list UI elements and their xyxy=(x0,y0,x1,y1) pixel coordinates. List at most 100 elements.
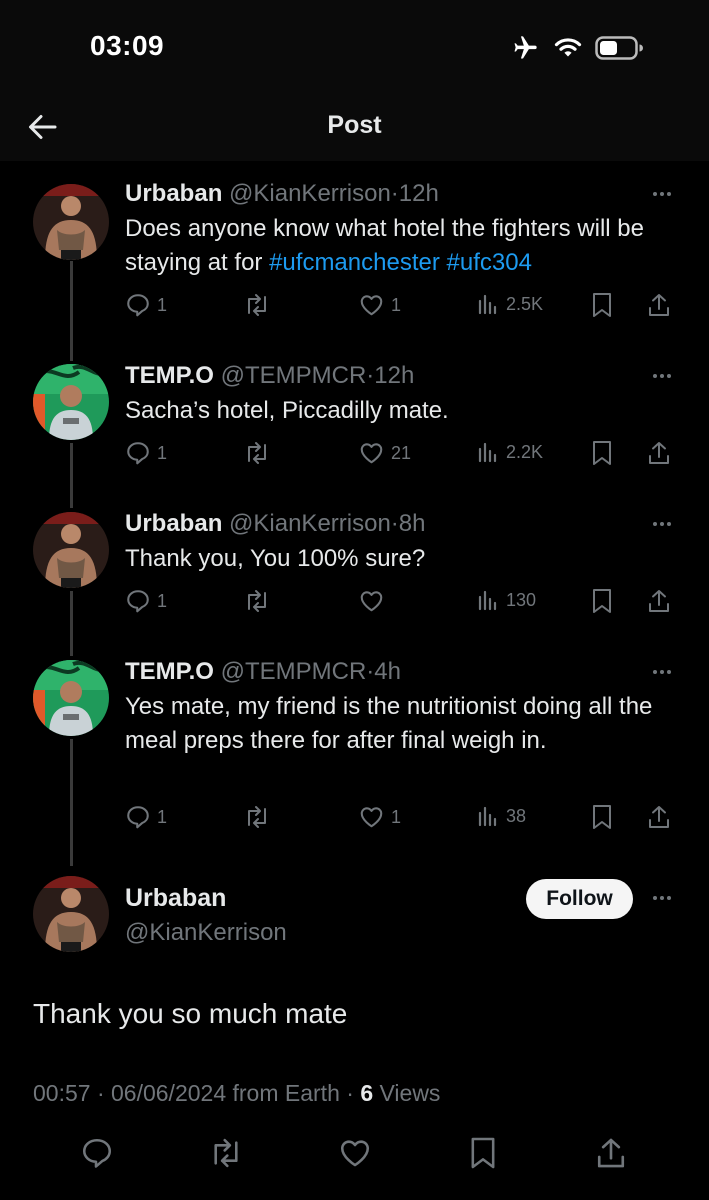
views-button[interactable]: 38 xyxy=(476,804,526,828)
like-button[interactable] xyxy=(337,1136,373,1175)
reply-post[interactable]: Urbaban @KianKerrison·8h Thank you, You … xyxy=(0,510,709,630)
like-count: 1 xyxy=(391,806,402,827)
like-button[interactable]: 1 xyxy=(358,292,401,318)
reply-post[interactable]: TEMP.O @TEMPMCR·12h Sacha’s hotel, Picca… xyxy=(0,362,709,482)
status-icons xyxy=(509,34,645,62)
status-bar: 03:09 xyxy=(0,0,709,95)
repost-button[interactable] xyxy=(208,1136,244,1175)
bookmark-button[interactable] xyxy=(469,1136,497,1175)
share-button[interactable] xyxy=(647,588,671,614)
like-button[interactable]: 21 xyxy=(358,440,411,466)
follow-button[interactable]: Follow xyxy=(526,879,633,919)
separator-dot: · xyxy=(390,510,399,537)
post-header: Urbaban @KianKerrison·12h xyxy=(125,180,439,208)
like-button[interactable] xyxy=(358,588,391,614)
analytics-icon xyxy=(478,294,497,315)
reply-post[interactable]: TEMP.O @TEMPMCR·4h Yes mate, my friend i… xyxy=(0,658,709,848)
bookmark-button[interactable] xyxy=(591,588,613,614)
reply-button[interactable]: 1 xyxy=(125,804,167,830)
author-name[interactable]: Urbaban xyxy=(125,510,222,537)
author-name[interactable]: TEMP.O xyxy=(125,362,214,389)
views-button[interactable]: 130 xyxy=(476,588,536,612)
repost-button[interactable] xyxy=(243,588,271,614)
reply-count: 1 xyxy=(157,294,168,315)
repost-icon xyxy=(248,806,266,828)
share-button[interactable] xyxy=(647,440,671,466)
reply-button[interactable]: 1 xyxy=(125,292,167,318)
focused-post-actions xyxy=(0,1136,709,1172)
share-button[interactable] xyxy=(647,804,671,830)
repost-button[interactable] xyxy=(243,804,271,830)
repost-icon xyxy=(248,442,266,464)
reply-post[interactable]: Urbaban @KianKerrison·12h Does anyone kn… xyxy=(0,180,709,330)
views-button[interactable]: 2.5K xyxy=(476,292,543,316)
post-text: Yes mate, my friend is the nutritionist … xyxy=(125,693,653,754)
author-handle[interactable]: @KianKerrison xyxy=(229,510,391,537)
heart-icon xyxy=(360,591,383,612)
repost-button[interactable] xyxy=(243,292,271,318)
post-timestamp: 00:57 · 06/06/2024 from Earth · xyxy=(33,1080,361,1106)
more-options-button[interactable] xyxy=(648,366,676,386)
share-icon xyxy=(649,806,669,828)
bookmark-icon xyxy=(593,805,611,829)
heart-icon xyxy=(340,1140,370,1167)
bookmark-icon xyxy=(593,589,611,613)
views-label: Views xyxy=(373,1080,441,1106)
view-count: 130 xyxy=(506,589,537,610)
bookmark-button[interactable] xyxy=(591,440,613,466)
author-name[interactable]: TEMP.O xyxy=(125,658,214,685)
reply-button[interactable]: 1 xyxy=(125,440,167,466)
share-button[interactable] xyxy=(595,1136,627,1175)
bookmark-icon xyxy=(593,293,611,317)
analytics-icon xyxy=(478,442,497,463)
heart-icon xyxy=(360,807,383,828)
post-time: 12h xyxy=(398,180,439,207)
avatar[interactable] xyxy=(33,876,109,952)
more-options-button[interactable] xyxy=(648,662,676,682)
page-title: Post xyxy=(327,111,382,139)
author-name[interactable]: Urbaban xyxy=(125,180,222,207)
post-actions: 1 130 xyxy=(0,588,709,618)
analytics-icon xyxy=(478,590,497,611)
post-header: TEMP.O @TEMPMCR·4h xyxy=(125,658,401,686)
repost-button[interactable] xyxy=(243,440,271,466)
post-actions: 1 21 2.2K xyxy=(0,440,709,470)
avatar[interactable] xyxy=(33,364,109,440)
avatar[interactable] xyxy=(33,512,109,588)
author-handle[interactable]: @TEMPMCR xyxy=(221,362,367,389)
post-text: Sacha’s hotel, Piccadilly mate. xyxy=(125,397,449,424)
hashtag-link[interactable]: #ufc304 xyxy=(447,249,532,276)
avatar[interactable] xyxy=(33,184,109,260)
bookmark-button[interactable] xyxy=(591,804,613,830)
post-actions: 1 1 38 xyxy=(0,804,709,834)
repost-icon xyxy=(214,1138,238,1168)
reply-count: 1 xyxy=(157,806,168,827)
share-icon xyxy=(649,442,669,464)
reply-button[interactable]: 1 xyxy=(125,588,167,614)
wifi-icon xyxy=(554,38,582,57)
separator-dot: · xyxy=(390,180,399,207)
views-button[interactable]: 2.2K xyxy=(476,440,543,464)
share-icon xyxy=(649,294,669,316)
reply-icon xyxy=(82,1138,112,1168)
share-button[interactable] xyxy=(647,292,671,318)
share-icon xyxy=(597,1138,625,1168)
post-text-space xyxy=(440,249,447,276)
bookmark-button[interactable] xyxy=(591,292,613,318)
hashtag-link[interactable]: #ufcmanchester xyxy=(269,249,440,276)
top-nav-bar: Post xyxy=(0,95,709,161)
more-options-button[interactable] xyxy=(648,514,676,534)
more-options-button[interactable] xyxy=(648,184,676,204)
post-time: 12h xyxy=(374,362,415,389)
author-handle[interactable]: @TEMPMCR xyxy=(221,658,367,685)
like-button[interactable]: 1 xyxy=(358,804,401,830)
views-count[interactable]: 6 xyxy=(360,1080,373,1106)
author-handle[interactable]: @KianKerrison xyxy=(125,919,287,947)
status-time: 03:09 xyxy=(90,30,165,61)
avatar[interactable] xyxy=(33,660,109,736)
like-count: 21 xyxy=(391,442,412,463)
more-options-button[interactable] xyxy=(648,888,676,908)
reply-button[interactable] xyxy=(80,1136,114,1175)
author-handle[interactable]: @KianKerrison xyxy=(229,180,391,207)
author-name[interactable]: Urbaban xyxy=(125,884,226,913)
